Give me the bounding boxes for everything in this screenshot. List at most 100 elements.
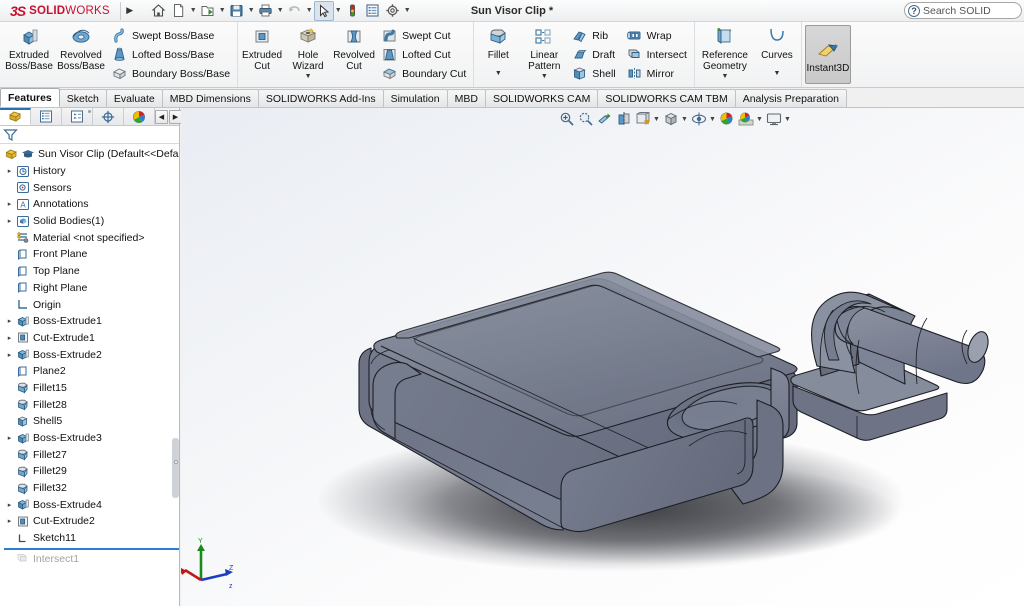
extruded-boss-base-button[interactable]: ExtrudedBoss/Base — [3, 22, 55, 87]
reference-geometry-button[interactable]: ReferenceGeometry ▼ — [696, 22, 754, 87]
revolved-boss-base-button[interactable]: RevolvedBoss/Base — [55, 22, 107, 87]
chevron-down-icon[interactable]: ▼ — [305, 1, 314, 21]
undo-icon[interactable] — [285, 1, 305, 21]
expand-arrow-icon[interactable]: ▸ — [4, 217, 15, 225]
display-manager-tab[interactable] — [124, 108, 155, 125]
tab-features[interactable]: Features — [0, 88, 60, 107]
graphics-viewport[interactable]: ▼ ▼ ▼ ▼ ▼ — [181, 108, 1024, 606]
tree-item-boss-extrude1[interactable]: ▸ Boss-Extrude1 — [0, 313, 179, 330]
tree-item-shell5[interactable]: Shell5 — [0, 413, 179, 430]
tree-item-boss-extrude2[interactable]: ▸ Boss-Extrude2 — [0, 346, 179, 363]
fillet-button[interactable]: Fillet ▼ — [475, 22, 521, 87]
swept-cut-button[interactable]: Swept Cut — [379, 26, 470, 45]
solidworks-logo[interactable]: 3S SOLIDWORKS — [0, 0, 118, 22]
hole-wizard-button[interactable]: HoleWizard ▼ — [285, 22, 331, 87]
expand-arrow-icon[interactable]: ▸ — [4, 334, 15, 342]
panel-splitter-handle[interactable] — [174, 460, 178, 464]
feature-manager-tab[interactable] — [0, 108, 31, 125]
tab-mbd-dimensions[interactable]: MBD Dimensions — [162, 89, 259, 107]
expand-arrow-icon[interactable]: ▸ — [4, 351, 15, 359]
tree-item-history[interactable]: ▸ History — [0, 163, 179, 180]
intersect-button[interactable]: Intersect — [624, 45, 691, 64]
curves-button[interactable]: Curves ▼ — [754, 22, 800, 87]
tab-mbd[interactable]: MBD — [447, 89, 486, 107]
tree-item-plane2[interactable]: Plane2 — [0, 363, 179, 380]
rebuild-icon[interactable] — [343, 1, 363, 21]
revolved-cut-button[interactable]: RevolvedCut — [331, 22, 377, 87]
search-solidworks-box[interactable]: ? Search SOLID — [904, 2, 1022, 19]
property-manager-tab[interactable] — [31, 108, 62, 125]
expand-arrow-icon[interactable]: ▸ — [4, 434, 15, 442]
tree-item-fillet32[interactable]: Fillet32 — [0, 480, 179, 497]
shell-button[interactable]: Shell — [569, 64, 619, 83]
save-icon[interactable] — [227, 1, 247, 21]
tree-item-fillet15[interactable]: Fillet15 — [0, 380, 179, 397]
tab-solidworks-add-ins[interactable]: SOLIDWORKS Add-Ins — [258, 89, 384, 107]
tree-item-cut-extrude1[interactable]: ▸ Cut-Extrude1 — [0, 330, 179, 347]
tree-item-intersect1[interactable]: Intersect1 — [0, 551, 179, 568]
home-icon[interactable] — [149, 1, 169, 21]
expand-arrow-icon[interactable]: ▸ — [4, 167, 15, 175]
select-cursor-icon[interactable] — [314, 1, 334, 21]
chevron-down-icon[interactable]: ▼ — [541, 73, 548, 80]
boundary-boss-base-button[interactable]: Boundary Boss/Base — [109, 64, 234, 83]
instant3d-toggle[interactable]: Instant3D — [805, 25, 851, 84]
wrap-button[interactable]: Wrap — [624, 26, 691, 45]
tree-root-sun-visor-clip[interactable]: Sun Visor Clip (Default<<Default> — [0, 146, 179, 163]
tree-item-fillet28[interactable]: Fillet28 — [0, 396, 179, 413]
sun-visor-clip-3d-model[interactable]: Z Y z — [181, 108, 1024, 606]
chevron-down-icon[interactable]: ▼ — [495, 70, 502, 77]
chevron-down-icon[interactable]: ▼ — [403, 1, 412, 21]
chevron-down-icon[interactable]: ▼ — [218, 1, 227, 21]
tree-item-origin[interactable]: Origin — [0, 296, 179, 313]
print-icon[interactable] — [256, 1, 276, 21]
tree-item-sketch11[interactable]: Sketch11 — [0, 530, 179, 547]
chevron-down-icon[interactable]: ▼ — [247, 1, 256, 21]
search-input[interactable]: Search SOLID — [923, 5, 991, 17]
tree-item-front-plane[interactable]: Front Plane — [0, 246, 179, 263]
file-properties-icon[interactable] — [363, 1, 383, 21]
chevron-down-icon[interactable]: ▼ — [721, 73, 728, 80]
tab-sketch[interactable]: Sketch — [59, 89, 107, 107]
tree-scrollbar[interactable] — [172, 438, 179, 498]
tree-item-right-plane[interactable]: Right Plane — [0, 280, 179, 297]
rib-button[interactable]: Rib — [569, 26, 619, 45]
tab-simulation[interactable]: Simulation — [383, 89, 448, 107]
tree-item-cut-extrude2[interactable]: ▸ Cut-Extrude2 — [0, 513, 179, 530]
expand-arrow-icon[interactable]: ▸ — [4, 501, 15, 509]
swept-boss-base-button[interactable]: Swept Boss/Base — [109, 26, 234, 45]
tree-item-sensors[interactable]: Sensors — [0, 179, 179, 196]
mirror-button[interactable]: Mirror — [624, 64, 691, 83]
tab-analysis-preparation[interactable]: Analysis Preparation — [735, 89, 847, 107]
tree-item-fillet29[interactable]: Fillet29 — [0, 463, 179, 480]
tree-item-top-plane[interactable]: Top Plane — [0, 263, 179, 280]
lofted-boss-base-button[interactable]: Lofted Boss/Base — [109, 45, 234, 64]
tree-item-material[interactable]: Material <not specified> — [0, 229, 179, 246]
chevron-down-icon[interactable]: ▼ — [773, 70, 780, 77]
tree-filter-row[interactable] — [0, 126, 179, 144]
linear-pattern-button[interactable]: LinearPattern ▼ — [521, 22, 567, 87]
tree-item-solid-bodies[interactable]: ▸ Solid Bodies(1) — [0, 213, 179, 230]
tab-solidworks-cam[interactable]: SOLIDWORKS CAM — [485, 89, 598, 107]
expand-arrow-icon[interactable]: ▸ — [4, 200, 15, 208]
open-folder-icon[interactable] — [198, 1, 218, 21]
new-document-icon[interactable] — [169, 1, 189, 21]
chevron-down-icon[interactable]: ▼ — [189, 1, 198, 21]
dimxpert-manager-tab[interactable] — [93, 108, 124, 125]
boundary-cut-button[interactable]: Boundary Cut — [379, 64, 470, 83]
expand-arrow-icon[interactable]: ▸ — [4, 517, 15, 525]
draft-button[interactable]: Draft — [569, 45, 619, 64]
extruded-cut-button[interactable]: ExtrudedCut — [239, 22, 285, 87]
menu-expand-arrow-icon[interactable]: ▶ — [123, 0, 137, 22]
chevron-down-icon[interactable]: ▼ — [305, 73, 312, 80]
chevron-down-icon[interactable]: ▼ — [276, 1, 285, 21]
panel-prev-button[interactable]: ◀ — [155, 110, 168, 124]
tab-evaluate[interactable]: Evaluate — [106, 89, 163, 107]
chevron-down-icon[interactable]: ▼ — [334, 1, 343, 21]
tab-solidworks-cam-tbm[interactable]: SOLIDWORKS CAM TBM — [597, 89, 735, 107]
options-gear-icon[interactable] — [383, 1, 403, 21]
expand-arrow-icon[interactable]: ▸ — [4, 317, 15, 325]
rollback-bar[interactable] — [4, 548, 179, 550]
tree-item-annotations[interactable]: ▸ A Annotations — [0, 196, 179, 213]
lofted-cut-button[interactable]: Lofted Cut — [379, 45, 470, 64]
